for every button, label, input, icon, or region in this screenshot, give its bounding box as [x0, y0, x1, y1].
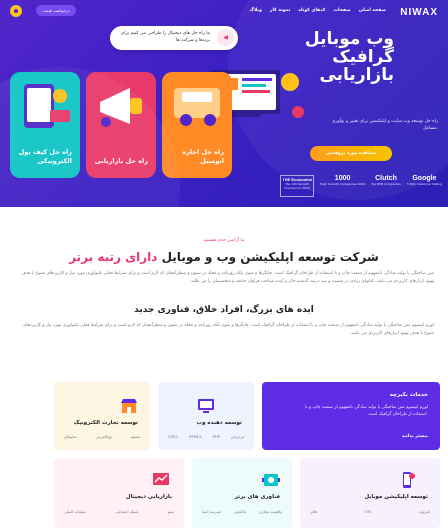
callout-text: ما راه حل های دیجیتال را طراحی می کنیم ب… [120, 31, 210, 43]
service-title: فناوری های برتر [234, 494, 280, 500]
title-accent: دارای رتبه برتر [69, 250, 158, 264]
tag: مجنتو [131, 434, 140, 439]
tag: HTML5 [188, 434, 202, 439]
web-dev-icon [198, 399, 214, 413]
solution-card-e-wallet[interactable]: راه حل کیف پول الکترونیکی [10, 72, 80, 178]
tag: فلاتر [310, 509, 318, 514]
service-title: بازاریابی دیجیتال [125, 494, 172, 500]
intro-paragraph: متن ساختگی با تولید سادگی نامفهوم از صنع… [21, 271, 434, 284]
hero-section: NIWAX صفحه اصلی صفحات کدهای کوتاه نمونه … [0, 0, 448, 207]
tag: سئو [167, 509, 174, 514]
service-card-web[interactable]: توسعه دهنده وب وردپرس PHP HTML5 CSS3 [158, 382, 254, 450]
service-title: خدمات بکیرچه [389, 392, 428, 398]
request-quote-button[interactable]: درخواست قیمت [36, 5, 76, 16]
site-logo[interactable]: NIWAX [400, 7, 438, 18]
tech-icon [262, 474, 280, 486]
tag: CSS3 [168, 434, 178, 439]
tag: اندروید [419, 509, 430, 514]
play-icon[interactable]: ◀ [217, 29, 234, 46]
service-tags: اندروید iOS فلاتر [310, 509, 430, 514]
service-title: توسعه اپلیکیشن موبایل [364, 494, 428, 500]
user-icon[interactable] [10, 5, 22, 17]
car-rental-icon [174, 88, 220, 126]
main-nav: صفحه اصلی صفحات کدهای کوتاه نمونه کار وب… [249, 8, 386, 13]
tag: وردپرس [230, 434, 244, 439]
tag: PHP [212, 434, 220, 439]
tag: واقعیت مجازی [258, 509, 282, 514]
solution-card-marketing[interactable]: راه حل بازاریابی [86, 72, 156, 178]
service-card-top-tech[interactable]: فناوری های برتر واقعیت مجازی بلاکچین این… [192, 458, 292, 528]
hero-callout: ما راه حل های دیجیتال را طراحی می کنیم ب… [110, 26, 238, 50]
service-card-mobile-app[interactable]: توسعه اپلیکیشن موبایل اندروید iOS فلاتر [300, 458, 440, 528]
tag: تبلیغات کلیکی [64, 509, 86, 514]
view-case-study-button[interactable]: مشاهده مورد پژوهشی [310, 146, 392, 161]
tag: اینترنت اشیا [202, 509, 222, 514]
tag: بلاکچین [234, 509, 246, 514]
nav-item-portfolio[interactable]: نمونه کار [270, 8, 290, 13]
award-badges: Google 5 Star Customer Rating Clutch Top… [280, 175, 442, 197]
service-card-ecommerce[interactable]: توسعه تجارت الکترونیک مجنتو ووکامرس شاپی… [54, 382, 150, 450]
card-label: راه حل کیف پول الکترونیکی [18, 148, 72, 165]
marketing-icon [153, 473, 169, 485]
badge-clutch: Clutch Top B2B Companies [371, 175, 401, 186]
nav-item-shortcodes[interactable]: کدهای کوتاه [298, 8, 325, 13]
badge-google: Google 5 Star Customer Rating [406, 175, 442, 186]
shop-icon [121, 399, 137, 413]
tag: iOS [364, 509, 372, 514]
featured-service-card[interactable]: خدمات بکیرچه لورم ایپسوم متن ساختگی با ت… [262, 382, 440, 450]
service-title: توسعه دهنده وب [196, 420, 242, 426]
section-heading-2: ایده های بزرگ، افراد خلاق، فناوری جدید [134, 305, 314, 315]
intro-paragraph-2: لورم ایپسوم متن ساختگی با تولید سادگی نا… [23, 323, 434, 336]
service-card-digital-marketing[interactable]: بازاریابی دیجیتال سئو شبکه اجتماعی تبلیغ… [54, 458, 184, 528]
card-label: راه حل اجاره اتومبیل [182, 148, 224, 165]
tag: شاپیفای [64, 434, 77, 439]
section-kicker: ما آژانس جدی هستیم [203, 238, 245, 243]
card-label: راه حل بازاریابی [94, 157, 148, 165]
badge-economist: THE Economist Top 100 Growth Champions 2… [280, 175, 315, 197]
service-tags: مجنتو ووکامرس شاپیفای [64, 434, 140, 439]
nav-item-blog[interactable]: وبلاگ [249, 8, 262, 13]
nav-item-home[interactable]: صفحه اصلی [359, 8, 386, 13]
service-tags: وردپرس PHP HTML5 CSS3 [168, 434, 244, 439]
service-tags: سئو شبکه اجتماعی تبلیغات کلیکی [64, 509, 174, 514]
solution-card-car-rental[interactable]: راه حل اجاره اتومبیل [162, 72, 232, 178]
tag: شبکه اجتماعی [115, 509, 139, 514]
hero-subtitle: راه حل توسعه وب سایت و اپلیکیشن برای تغی… [331, 119, 438, 131]
tag: ووکامرس [96, 434, 112, 439]
service-title: توسعه تجارت الکترونیک [73, 420, 138, 426]
service-tags: واقعیت مجازی بلاکچین اینترنت اشیا [202, 509, 282, 514]
wallet-icon [24, 84, 70, 128]
nav-item-pages[interactable]: صفحات [334, 8, 351, 13]
service-text: لورم ایپسوم متن ساختگی با تولید سادگی نا… [305, 405, 428, 417]
megaphone-icon [100, 88, 142, 127]
mobile-app-icon [403, 472, 415, 488]
learn-more-link[interactable]: بیشتر بدانید [402, 434, 428, 439]
badge-1000: 1000 High Growth Companies 2020 [320, 175, 366, 186]
title-main: شرکت توسعه اپلیکیشن وب و موبایل [161, 250, 379, 264]
section-title: شرکت توسعه اپلیکیشن وب و موبایل دارای رت… [0, 250, 448, 264]
